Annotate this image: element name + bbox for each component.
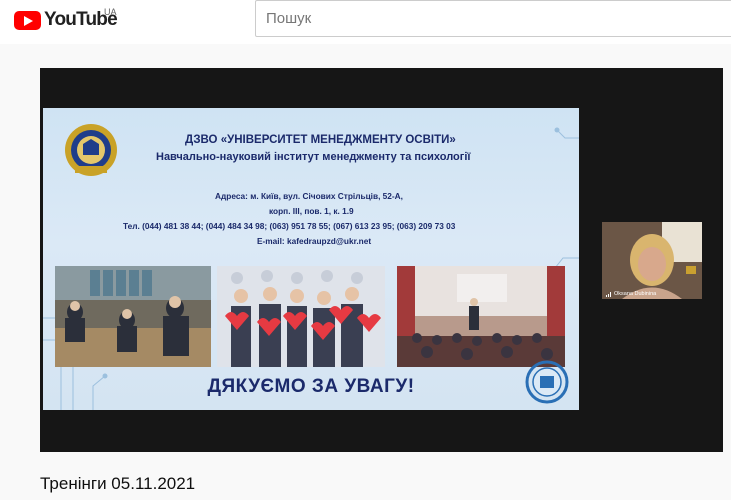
address-line-1: Адреса: м. Київ, вул. Січових Стрільців,… bbox=[215, 191, 403, 201]
email: E-mail: kafedraupzd@ukr.net bbox=[257, 236, 372, 246]
youtube-logo[interactable]: YouTube bbox=[14, 9, 118, 31]
participant-camera: Oksana Dubinina bbox=[602, 222, 702, 299]
phone-numbers: Тел. (044) 481 38 44; (044) 484 34 98; (… bbox=[123, 221, 456, 231]
participant-label: Oksana Dubinina bbox=[606, 291, 656, 297]
signal-icon bbox=[606, 291, 612, 297]
video-title: Тренінги 05.11.2021 bbox=[40, 474, 196, 493]
group-photo-hearts bbox=[217, 266, 385, 367]
university-name: ДЗВО «УНІВЕРСИТЕТ МЕНЕДЖМЕНТУ ОСВІТИ» bbox=[185, 134, 456, 146]
university-crest-icon bbox=[65, 124, 117, 176]
participant-video-frame bbox=[602, 222, 702, 299]
thank-you-text: ДЯКУЄМО ЗА УВАГУ! bbox=[207, 376, 415, 397]
address-line-2: корп. ІІІ, пов. 1, к. 1.9 bbox=[269, 206, 354, 216]
conference-hall-photo bbox=[397, 266, 565, 367]
masthead: YouTube UA bbox=[0, 0, 731, 44]
participant-name: Oksana Dubinina bbox=[614, 291, 657, 297]
youtube-play-icon bbox=[14, 10, 41, 30]
search-box[interactable] bbox=[255, 0, 731, 37]
institute-name: Навчально-науковий інститут менеджменту … bbox=[156, 151, 471, 163]
institute-badge-icon bbox=[525, 360, 569, 404]
presentation-slide: ДЗВО «УНІВЕРСИТЕТ МЕНЕДЖМЕНТУ ОСВІТИ» На… bbox=[43, 108, 579, 410]
classroom-photo bbox=[55, 266, 211, 367]
search-input[interactable] bbox=[256, 1, 731, 36]
video-player[interactable]: ДЗВО «УНІВЕРСИТЕТ МЕНЕДЖМЕНТУ ОСВІТИ» На… bbox=[40, 68, 723, 452]
region-code: UA bbox=[104, 7, 117, 17]
